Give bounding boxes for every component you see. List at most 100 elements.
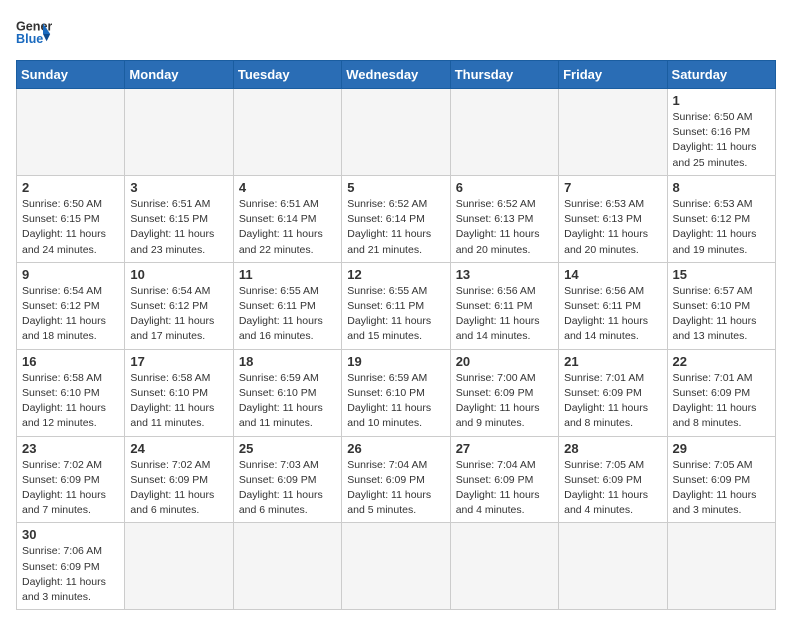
day-header-monday: Monday xyxy=(125,61,233,89)
calendar-cell: 25 Sunrise: 7:03 AMSunset: 6:09 PMDayligh… xyxy=(233,436,341,523)
day-header-wednesday: Wednesday xyxy=(342,61,450,89)
day-number: 22 xyxy=(673,354,770,369)
calendar-cell: 2 Sunrise: 6:50 AMSunset: 6:15 PMDaylight… xyxy=(17,175,125,262)
calendar-cell: 13 Sunrise: 6:56 AMSunset: 6:11 PMDayligh… xyxy=(450,262,558,349)
day-info: Sunrise: 6:56 AMSunset: 6:11 PMDaylight:… xyxy=(456,284,553,345)
day-info: Sunrise: 6:57 AMSunset: 6:10 PMDaylight:… xyxy=(673,284,770,345)
calendar-cell: 23 Sunrise: 7:02 AMSunset: 6:09 PMDayligh… xyxy=(17,436,125,523)
logo-icon: General Blue xyxy=(16,16,52,52)
calendar-cell: 5Sunrise: 6:52 AMSunset: 6:14 PMDaylight… xyxy=(342,175,450,262)
calendar-cell: 22 Sunrise: 7:01 AMSunset: 6:09 PMDayligh… xyxy=(667,349,775,436)
calendar-cell xyxy=(125,89,233,176)
calendar-cell: 19Sunrise: 6:59 AMSunset: 6:10 PMDayligh… xyxy=(342,349,450,436)
day-number: 23 xyxy=(22,441,119,456)
calendar-cell: 20 Sunrise: 7:00 AMSunset: 6:09 PMDayligh… xyxy=(450,349,558,436)
week-row-5: 23 Sunrise: 7:02 AMSunset: 6:09 PMDayligh… xyxy=(17,436,776,523)
day-info: Sunrise: 6:56 AMSunset: 6:11 PMDaylight:… xyxy=(564,284,661,345)
day-header-friday: Friday xyxy=(559,61,667,89)
day-number: 10 xyxy=(130,267,227,282)
day-header-saturday: Saturday xyxy=(667,61,775,89)
calendar-cell: 17Sunrise: 6:58 AMSunset: 6:10 PMDayligh… xyxy=(125,349,233,436)
day-number: 14 xyxy=(564,267,661,282)
day-number: 5 xyxy=(347,180,444,195)
day-number: 18 xyxy=(239,354,336,369)
day-info: Sunrise: 6:54 AMSunset: 6:12 PMDaylight:… xyxy=(22,284,119,345)
calendar-cell: 11 Sunrise: 6:55 AMSunset: 6:11 PMDayligh… xyxy=(233,262,341,349)
day-info: Sunrise: 7:01 AMSunset: 6:09 PMDaylight:… xyxy=(673,371,770,432)
week-row-6: 30 Sunrise: 7:06 AMSunset: 6:09 PMDayligh… xyxy=(17,523,776,610)
day-header-tuesday: Tuesday xyxy=(233,61,341,89)
day-info: Sunrise: 6:55 AMSunset: 6:11 PMDaylight:… xyxy=(239,284,336,345)
day-number: 7 xyxy=(564,180,661,195)
day-number: 20 xyxy=(456,354,553,369)
day-number: 12 xyxy=(347,267,444,282)
day-header-sunday: Sunday xyxy=(17,61,125,89)
calendar-cell: 26 Sunrise: 7:04 AMSunset: 6:09 PMDayligh… xyxy=(342,436,450,523)
calendar-cell xyxy=(450,89,558,176)
day-number: 2 xyxy=(22,180,119,195)
day-info: Sunrise: 7:00 AMSunset: 6:09 PMDaylight:… xyxy=(456,371,553,432)
calendar-cell: 28Sunrise: 7:05 AMSunset: 6:09 PMDayligh… xyxy=(559,436,667,523)
day-number: 25 xyxy=(239,441,336,456)
calendar-cell: 1 Sunrise: 6:50 AMSunset: 6:16 PMDaylight… xyxy=(667,89,775,176)
day-number: 19 xyxy=(347,354,444,369)
day-info: Sunrise: 6:51 AMSunset: 6:15 PMDaylight:… xyxy=(130,197,227,258)
day-info: Sunrise: 6:58 AMSunset: 6:10 PMDaylight:… xyxy=(22,371,119,432)
calendar-cell: 21Sunrise: 7:01 AMSunset: 6:09 PMDayligh… xyxy=(559,349,667,436)
calendar-cell: 24 Sunrise: 7:02 AMSunset: 6:09 PMDayligh… xyxy=(125,436,233,523)
day-number: 26 xyxy=(347,441,444,456)
calendar-cell: 3Sunrise: 6:51 AMSunset: 6:15 PMDaylight… xyxy=(125,175,233,262)
day-info: Sunrise: 6:52 AMSunset: 6:13 PMDaylight:… xyxy=(456,197,553,258)
calendar: SundayMondayTuesdayWednesdayThursdayFrid… xyxy=(16,60,776,610)
svg-text:Blue: Blue xyxy=(16,32,43,46)
calendar-cell: 27Sunrise: 7:04 AMSunset: 6:09 PMDayligh… xyxy=(450,436,558,523)
day-number: 9 xyxy=(22,267,119,282)
week-row-3: 9 Sunrise: 6:54 AMSunset: 6:12 PMDaylight… xyxy=(17,262,776,349)
day-info: Sunrise: 7:06 AMSunset: 6:09 PMDaylight:… xyxy=(22,544,119,605)
day-number: 21 xyxy=(564,354,661,369)
week-row-4: 16Sunrise: 6:58 AMSunset: 6:10 PMDayligh… xyxy=(17,349,776,436)
day-number: 6 xyxy=(456,180,553,195)
day-info: Sunrise: 6:50 AMSunset: 6:16 PMDaylight:… xyxy=(673,110,770,171)
calendar-cell: 30 Sunrise: 7:06 AMSunset: 6:09 PMDayligh… xyxy=(17,523,125,610)
calendar-cell: 12Sunrise: 6:55 AMSunset: 6:11 PMDayligh… xyxy=(342,262,450,349)
logo: General Blue xyxy=(16,16,52,52)
day-number: 28 xyxy=(564,441,661,456)
calendar-cell xyxy=(667,523,775,610)
day-info: Sunrise: 7:02 AMSunset: 6:09 PMDaylight:… xyxy=(130,458,227,519)
calendar-cell xyxy=(233,89,341,176)
day-number: 24 xyxy=(130,441,227,456)
calendar-cell xyxy=(559,89,667,176)
day-header-thursday: Thursday xyxy=(450,61,558,89)
day-info: Sunrise: 6:58 AMSunset: 6:10 PMDaylight:… xyxy=(130,371,227,432)
day-headers-row: SundayMondayTuesdayWednesdayThursdayFrid… xyxy=(17,61,776,89)
day-number: 15 xyxy=(673,267,770,282)
calendar-cell: 7Sunrise: 6:53 AMSunset: 6:13 PMDaylight… xyxy=(559,175,667,262)
day-info: Sunrise: 7:05 AMSunset: 6:09 PMDaylight:… xyxy=(673,458,770,519)
calendar-cell xyxy=(450,523,558,610)
day-number: 29 xyxy=(673,441,770,456)
day-number: 27 xyxy=(456,441,553,456)
week-row-1: 1 Sunrise: 6:50 AMSunset: 6:16 PMDaylight… xyxy=(17,89,776,176)
day-number: 1 xyxy=(673,93,770,108)
day-info: Sunrise: 6:54 AMSunset: 6:12 PMDaylight:… xyxy=(130,284,227,345)
day-number: 11 xyxy=(239,267,336,282)
day-info: Sunrise: 6:59 AMSunset: 6:10 PMDaylight:… xyxy=(239,371,336,432)
calendar-cell xyxy=(559,523,667,610)
calendar-cell: 29 Sunrise: 7:05 AMSunset: 6:09 PMDayligh… xyxy=(667,436,775,523)
day-info: Sunrise: 6:50 AMSunset: 6:15 PMDaylight:… xyxy=(22,197,119,258)
calendar-cell xyxy=(17,89,125,176)
day-number: 13 xyxy=(456,267,553,282)
calendar-cell xyxy=(233,523,341,610)
week-row-2: 2 Sunrise: 6:50 AMSunset: 6:15 PMDaylight… xyxy=(17,175,776,262)
calendar-cell xyxy=(342,523,450,610)
day-info: Sunrise: 7:02 AMSunset: 6:09 PMDaylight:… xyxy=(22,458,119,519)
calendar-cell: 6 Sunrise: 6:52 AMSunset: 6:13 PMDaylight… xyxy=(450,175,558,262)
day-number: 4 xyxy=(239,180,336,195)
day-info: Sunrise: 6:51 AMSunset: 6:14 PMDaylight:… xyxy=(239,197,336,258)
day-number: 30 xyxy=(22,527,119,542)
calendar-cell: 9 Sunrise: 6:54 AMSunset: 6:12 PMDaylight… xyxy=(17,262,125,349)
day-info: Sunrise: 7:03 AMSunset: 6:09 PMDaylight:… xyxy=(239,458,336,519)
day-info: Sunrise: 7:04 AMSunset: 6:09 PMDaylight:… xyxy=(347,458,444,519)
calendar-cell: 15 Sunrise: 6:57 AMSunset: 6:10 PMDayligh… xyxy=(667,262,775,349)
